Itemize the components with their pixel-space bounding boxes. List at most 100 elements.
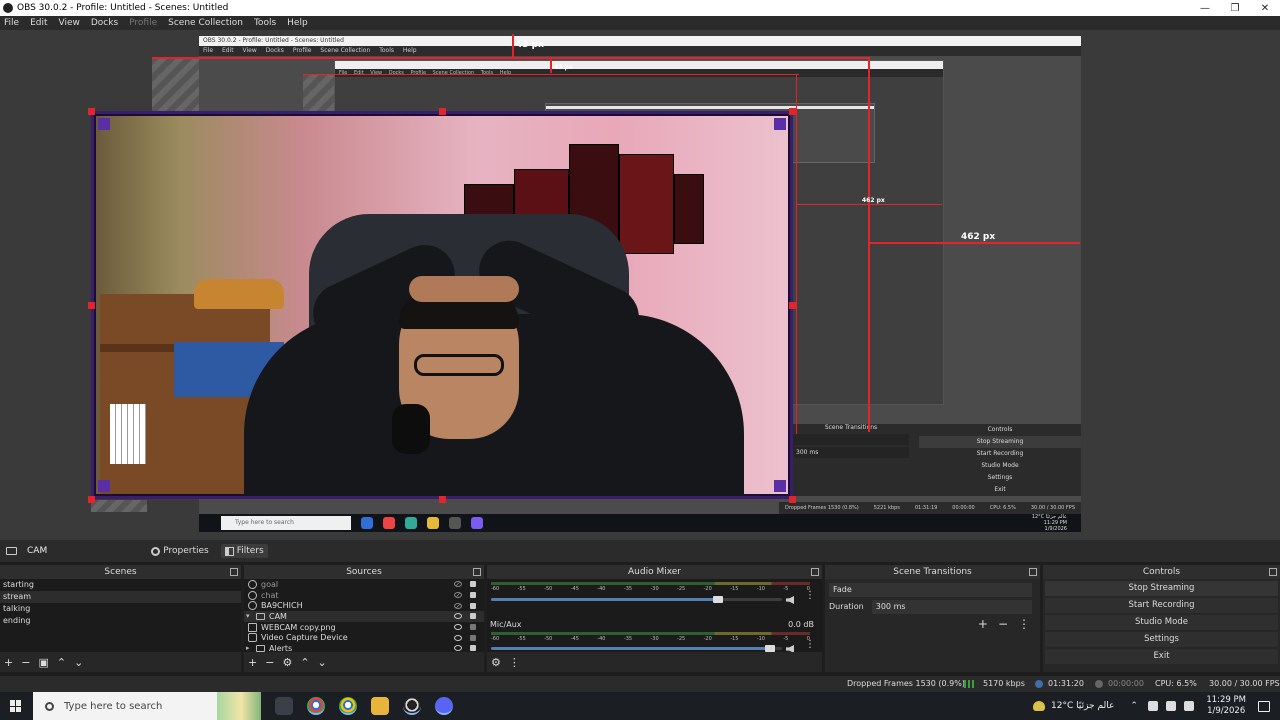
undock-icon[interactable] xyxy=(1029,568,1037,576)
chrome-profile-icon[interactable] xyxy=(339,697,357,715)
bg-toy-car xyxy=(194,279,284,309)
source-item[interactable]: ▸ Alerts xyxy=(244,643,484,652)
meter-tick: -50 xyxy=(544,636,553,642)
source-item[interactable]: chat xyxy=(244,590,484,601)
program-preview[interactable]: OBS 30.0.2 - Profile: Untitled - Scenes:… xyxy=(0,30,1280,540)
visibility-off-icon[interactable] xyxy=(454,602,462,609)
volume-slider-handle[interactable] xyxy=(713,596,723,603)
maximize-button[interactable]: ❐ xyxy=(1220,3,1250,14)
resize-handle[interactable] xyxy=(439,496,446,503)
scene-item[interactable]: starting xyxy=(0,579,241,591)
notification-icon[interactable] xyxy=(1258,700,1270,712)
kebab-menu-icon[interactable]: ⋮ xyxy=(805,591,815,601)
transition-select[interactable]: Fade xyxy=(829,583,1032,597)
discord-icon[interactable] xyxy=(435,697,453,715)
nested-transitions-title: Scene Transitions xyxy=(824,424,878,431)
menu-view[interactable]: View xyxy=(59,18,80,28)
file-explorer-icon[interactable] xyxy=(371,697,389,715)
lock-icon[interactable] xyxy=(470,581,476,588)
settings-button[interactable]: Settings xyxy=(1045,632,1278,647)
scene-item[interactable]: stream xyxy=(0,591,241,603)
move-down-icon[interactable]: ⌄ xyxy=(318,656,327,669)
lock-icon[interactable] xyxy=(470,602,476,609)
undock-icon[interactable] xyxy=(230,568,238,576)
undock-icon[interactable] xyxy=(811,568,819,576)
unlock-icon[interactable] xyxy=(470,624,476,631)
undock-icon[interactable] xyxy=(473,568,481,576)
stop-streaming-button[interactable]: Stop Streaming xyxy=(1045,581,1278,596)
gear-icon[interactable]: ⚙ xyxy=(491,656,501,669)
speaker-icon[interactable] xyxy=(786,596,794,604)
add-icon[interactable]: + xyxy=(248,656,257,669)
kebab-menu-icon[interactable]: ⋮ xyxy=(1018,617,1030,631)
usb-icon[interactable] xyxy=(1148,701,1159,711)
volume-icon[interactable] xyxy=(1184,701,1195,711)
properties-button[interactable]: Properties xyxy=(147,544,212,558)
scene-item[interactable]: ending xyxy=(0,615,241,627)
visibility-off-icon[interactable] xyxy=(454,581,462,588)
obs-icon[interactable] xyxy=(403,697,421,715)
source-item[interactable]: goal xyxy=(244,579,484,590)
remove-icon[interactable]: − xyxy=(21,656,30,669)
duration-input[interactable]: 300 ms xyxy=(871,600,1032,614)
add-icon[interactable]: + xyxy=(978,617,988,631)
scene-item[interactable]: talking xyxy=(0,603,241,615)
windows-start-icon[interactable] xyxy=(10,700,22,712)
filters-button[interactable]: Filters xyxy=(220,544,268,558)
menu-file[interactable]: File xyxy=(4,18,19,28)
chrome-icon[interactable] xyxy=(307,697,325,715)
resize-handle[interactable] xyxy=(789,496,796,503)
gear-icon[interactable]: ⚙ xyxy=(282,656,292,669)
start-recording-button[interactable]: Start Recording xyxy=(1045,598,1278,613)
kebab-menu-icon[interactable]: ⋮ xyxy=(805,640,815,650)
add-icon[interactable]: + xyxy=(4,656,13,669)
exit-button[interactable]: Exit xyxy=(1045,649,1278,664)
source-item[interactable]: WEBCAM copy.png xyxy=(244,622,484,633)
mic-icon[interactable] xyxy=(1166,701,1177,711)
taskbar-search[interactable]: Type here to search xyxy=(33,692,261,720)
lock-icon[interactable] xyxy=(470,613,476,620)
resize-handle[interactable] xyxy=(88,302,95,309)
volume-slider-handle[interactable] xyxy=(765,645,775,652)
source-item[interactable]: BA9CHICH xyxy=(244,600,484,611)
move-up-icon[interactable]: ⌃ xyxy=(57,656,66,669)
expand-arrow-icon[interactable]: ▸ xyxy=(246,644,252,652)
resize-handle[interactable] xyxy=(789,302,796,309)
resize-handle[interactable] xyxy=(88,108,95,115)
resize-handle[interactable] xyxy=(88,496,95,503)
resize-handle[interactable] xyxy=(789,108,796,115)
lock-icon[interactable] xyxy=(470,645,476,652)
menu-edit[interactable]: Edit xyxy=(30,18,47,28)
system-clock[interactable]: 11:29 PM 1/9/2026 xyxy=(1206,695,1246,717)
collapse-arrow-icon[interactable]: ▾ xyxy=(246,612,252,620)
source-item[interactable]: Video Capture Device xyxy=(244,632,484,643)
kebab-menu-icon[interactable]: ⋮ xyxy=(509,656,520,669)
lock-icon[interactable] xyxy=(470,592,476,599)
weather-text[interactable]: 12°C عالم جزئيًا xyxy=(1051,701,1114,711)
menu-help[interactable]: Help xyxy=(287,18,308,28)
menu-docks[interactable]: Docks xyxy=(91,18,118,28)
move-up-icon[interactable]: ⌃ xyxy=(300,656,309,669)
chevron-up-icon[interactable]: ⌃ xyxy=(1130,701,1140,711)
undock-icon[interactable] xyxy=(1269,568,1277,576)
visibility-icon[interactable] xyxy=(454,645,462,652)
studio-mode-button[interactable]: Studio Mode xyxy=(1045,615,1278,630)
scene-filters-icon[interactable]: ▣ xyxy=(38,656,48,669)
menu-scene-collection[interactable]: Scene Collection xyxy=(168,18,243,28)
minimize-button[interactable]: — xyxy=(1190,3,1220,14)
remove-icon[interactable]: − xyxy=(998,617,1008,631)
menu-tools[interactable]: Tools xyxy=(254,18,276,28)
visibility-icon[interactable] xyxy=(454,613,462,620)
visibility-icon[interactable] xyxy=(454,624,462,631)
close-button[interactable]: ✕ xyxy=(1250,3,1280,14)
visibility-icon[interactable] xyxy=(454,634,462,641)
menu-profile[interactable]: Profile xyxy=(129,18,157,28)
move-down-icon[interactable]: ⌄ xyxy=(74,656,83,669)
unlock-icon[interactable] xyxy=(470,634,476,641)
source-item[interactable]: ▾ CAM xyxy=(244,611,484,622)
task-view-icon[interactable] xyxy=(275,697,293,715)
visibility-off-icon[interactable] xyxy=(454,592,462,599)
resize-handle[interactable] xyxy=(439,108,446,115)
webcam-source[interactable] xyxy=(91,111,793,499)
remove-icon[interactable]: − xyxy=(265,656,274,669)
